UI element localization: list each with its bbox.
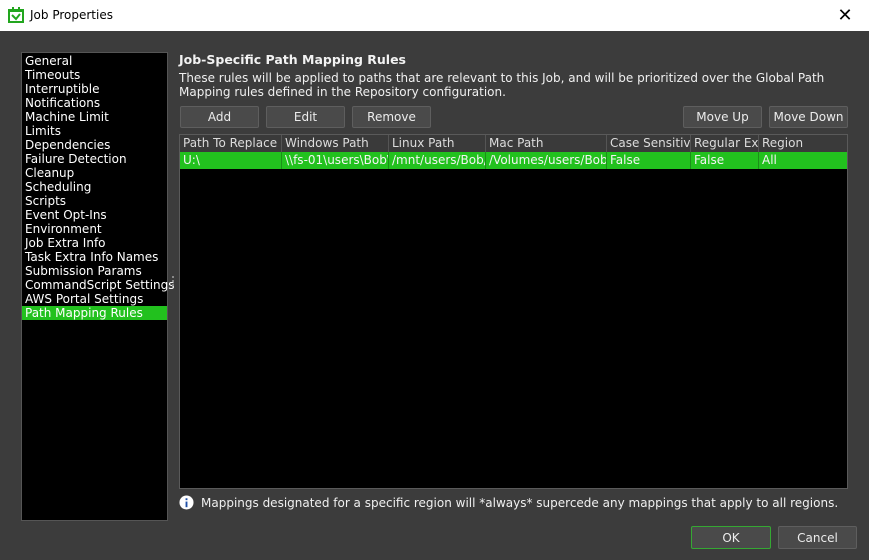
sidebar-item-path-mapping-rules[interactable]: Path Mapping Rules — [22, 306, 167, 320]
cell-regular-exp: False — [691, 152, 759, 169]
title-bar: Job Properties ✕ — [0, 0, 869, 31]
table-header: Path To Replace Windows Path Linux Path … — [180, 135, 847, 152]
ok-button[interactable]: OK — [691, 526, 771, 549]
path-mapping-table: Path To Replace Windows Path Linux Path … — [179, 134, 848, 489]
column-header-case-sensitive[interactable]: Case Sensitive — [607, 135, 691, 152]
sidebar-item-notifications[interactable]: Notifications — [22, 96, 167, 110]
sidebar-item-cleanup[interactable]: Cleanup — [22, 166, 167, 180]
section-description: These rules will be applied to paths tha… — [179, 71, 825, 99]
sidebar-item-timeouts[interactable]: Timeouts — [22, 68, 167, 82]
column-header-path-to-replace[interactable]: Path To Replace — [180, 135, 282, 152]
sidebar-item-scheduling[interactable]: Scheduling — [22, 180, 167, 194]
info-text: Mappings designated for a specific regio… — [201, 496, 839, 510]
cancel-button[interactable]: Cancel — [778, 526, 857, 549]
close-button[interactable]: ✕ — [825, 0, 865, 31]
cell-region: All — [762, 153, 777, 167]
sidebar-item-general[interactable]: General — [22, 54, 167, 68]
sidebar-item-dependencies[interactable]: Dependencies — [22, 138, 167, 152]
cell-case-sensitive: False — [607, 152, 691, 169]
splitter-handle[interactable] — [171, 276, 174, 290]
sidebar-item-task-extra-info-names[interactable]: Task Extra Info Names — [22, 250, 167, 264]
sidebar-item-event-opt-ins[interactable]: Event Opt-Ins — [22, 208, 167, 222]
edit-button[interactable]: Edit — [266, 106, 345, 128]
sidebar-item-machine-limit[interactable]: Machine Limit — [22, 110, 167, 124]
sidebar-item-interruptible[interactable]: Interruptible — [22, 82, 167, 96]
cell-linux-path: /mnt/users/Bob/ — [389, 152, 486, 169]
sidebar-item-aws-portal-settings[interactable]: AWS Portal Settings — [22, 292, 167, 306]
info-icon — [179, 495, 194, 510]
cell-mac-path: /Volumes/users/Bob/ — [486, 152, 607, 169]
window-title: Job Properties — [30, 8, 113, 22]
sidebar-item-commandscript-settings[interactable]: CommandScript Settings — [22, 278, 175, 292]
column-header-linux-path[interactable]: Linux Path — [389, 135, 486, 152]
sidebar-item-limits[interactable]: Limits — [22, 124, 167, 138]
section-title: Job-Specific Path Mapping Rules — [179, 52, 406, 67]
table-row[interactable]: U:\ \\fs-01\users\Bob\ /mnt/users/Bob/ /… — [180, 152, 847, 169]
column-header-mac-path[interactable]: Mac Path — [486, 135, 607, 152]
remove-button[interactable]: Remove — [352, 106, 431, 128]
cell-windows-path: \\fs-01\users\Bob\ — [282, 152, 389, 169]
cell-path-to-replace: U:\ — [180, 152, 282, 169]
sidebar-item-scripts[interactable]: Scripts — [22, 194, 167, 208]
app-icon — [8, 7, 24, 23]
add-button[interactable]: Add — [180, 106, 259, 128]
sidebar-nav: General Timeouts Interruptible Notificat… — [21, 52, 175, 521]
sidebar-item-submission-params[interactable]: Submission Params — [22, 264, 167, 278]
move-down-button[interactable]: Move Down — [769, 106, 848, 128]
sidebar-item-job-extra-info[interactable]: Job Extra Info — [22, 236, 167, 250]
column-header-windows-path[interactable]: Windows Path — [282, 135, 389, 152]
close-icon: ✕ — [837, 5, 853, 26]
column-header-regular-exp[interactable]: Regular Exp — [691, 135, 759, 152]
move-up-button[interactable]: Move Up — [683, 106, 762, 128]
column-header-region[interactable]: Region — [759, 135, 847, 152]
sidebar-item-environment[interactable]: Environment — [22, 222, 167, 236]
sidebar-item-failure-detection[interactable]: Failure Detection — [22, 152, 167, 166]
